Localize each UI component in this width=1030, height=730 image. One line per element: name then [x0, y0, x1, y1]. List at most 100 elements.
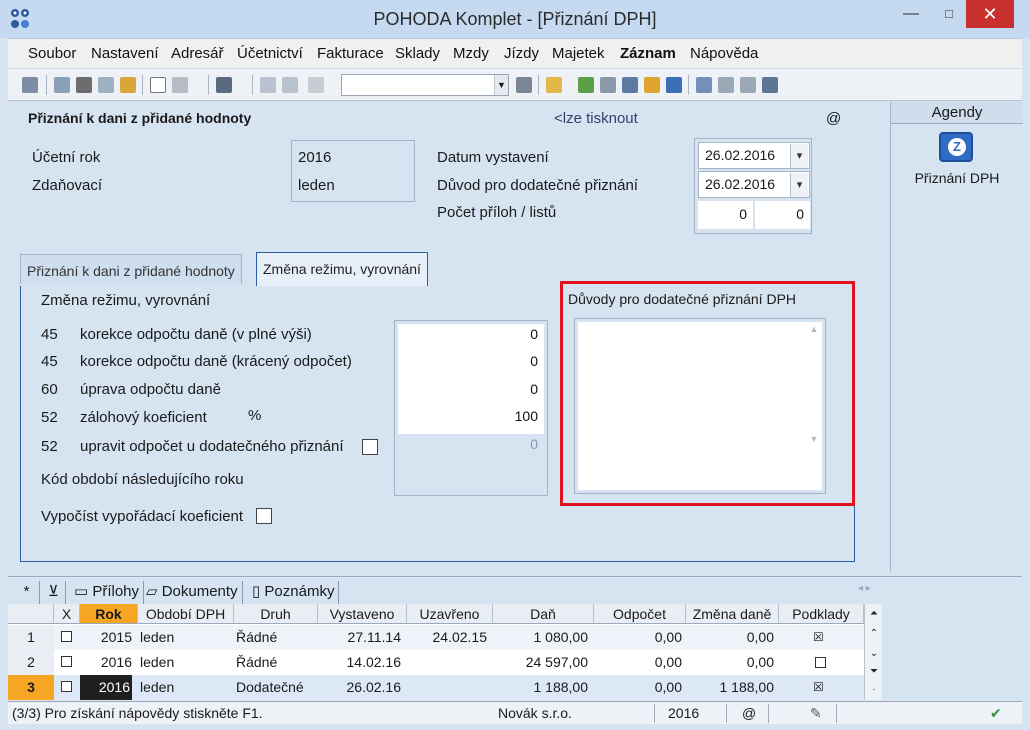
col-x[interactable]: X — [54, 604, 80, 624]
copy-icon[interactable] — [308, 77, 324, 93]
row-select-checkbox[interactable] — [61, 656, 72, 667]
tab-dokumenty[interactable]: ▱ Dokumenty — [142, 581, 243, 605]
export-icon[interactable] — [120, 77, 136, 93]
row-select-checkbox[interactable] — [61, 631, 72, 642]
menu-majetek[interactable]: Majetek — [552, 45, 605, 62]
calendar-icon[interactable] — [622, 77, 638, 93]
save-copy-icon[interactable] — [282, 77, 298, 93]
tree-icon[interactable] — [54, 77, 70, 93]
agendy-item-priznani-dph[interactable]: Přiznání DPH — [891, 170, 1023, 186]
tab-poznamky-label: Poznámky — [264, 583, 335, 600]
col-druh[interactable]: Druh — [234, 604, 318, 624]
col-vystaveno[interactable]: Vystaveno — [318, 604, 407, 624]
vypocist-label: Vypočíst vypořádací koeficient — [41, 508, 244, 525]
vypocist-checkbox[interactable] — [256, 508, 272, 524]
menu-adresar[interactable]: Adresář — [171, 45, 224, 62]
col-rok[interactable]: Rok — [80, 604, 138, 624]
scroll-top-icon[interactable]: ⏶ — [866, 606, 882, 622]
scroll-down-icon[interactable]: ⌄ — [866, 646, 882, 662]
vat-return-icon[interactable]: Z — [939, 132, 973, 162]
tab-poznamky[interactable]: ▯ Poznámky — [248, 581, 340, 605]
tab-priznani-dph[interactable]: Přiznání k dani z přidané hodnoty — [20, 254, 242, 284]
tab-panel: Změna režimu, vyrovnání 45 korekce odpoč… — [20, 281, 855, 562]
list-icon[interactable] — [718, 77, 734, 93]
upravit-odpocet-checkbox[interactable] — [362, 439, 378, 455]
cell-dan: 1 080,00 — [533, 629, 589, 645]
col-podklady[interactable]: Podklady — [779, 604, 864, 624]
toolbar: ▼ — [8, 68, 1022, 101]
minimize-button[interactable]: — — [888, 0, 934, 28]
tabs-scroll-arrows[interactable]: ◂ ▸ — [858, 583, 871, 594]
payment-icon[interactable] — [578, 77, 594, 93]
table-row[interactable]: 1 2015 leden Řádné 27.11.14 24.02.15 1 0… — [8, 625, 864, 650]
tab-star[interactable]: * — [14, 581, 40, 605]
checked-box-icon[interactable]: ☒ — [813, 625, 824, 650]
menu-sklady[interactable]: Sklady — [395, 45, 440, 62]
status-edit-icon[interactable]: ✎ — [810, 705, 822, 722]
scroll-bottom-icon[interactable]: ⏷ — [866, 664, 882, 680]
pocet-priloh-field[interactable]: 0 — [698, 201, 753, 229]
datum-vystaveni-field[interactable]: 26.02.2016 ▾ — [698, 142, 810, 169]
menu-nastaveni[interactable]: Nastavení — [91, 45, 159, 62]
menu-napoveda[interactable]: Nápověda — [690, 45, 758, 62]
col-zmena[interactable]: Změna daně — [686, 604, 779, 624]
uprava-odpoctu-value[interactable]: 0 — [398, 381, 538, 397]
save-icon[interactable] — [260, 77, 276, 93]
textarea-scrollbar[interactable]: ▲ ▼ — [808, 324, 820, 488]
col-dan[interactable]: Daň — [493, 604, 594, 624]
col-uzavreno[interactable]: Uzavřeno — [407, 604, 493, 624]
chevron-down-icon[interactable]: ▼ — [494, 75, 508, 95]
ucetni-rok-label: Účetní rok — [32, 149, 101, 166]
col-odpocet[interactable]: Odpočet — [594, 604, 686, 624]
menu-soubor[interactable]: Soubor — [28, 45, 76, 62]
calc-icon[interactable] — [600, 77, 616, 93]
maximize-button[interactable]: □ — [934, 0, 964, 28]
new-record-icon[interactable] — [150, 77, 166, 93]
duvod-field[interactable]: 26.02.2016 ▾ — [698, 171, 810, 198]
filter-tab-icon[interactable]: ⊻ — [44, 581, 66, 605]
preview-icon[interactable] — [98, 77, 114, 93]
menu-ucetnictvi[interactable]: Účetnictví — [237, 45, 303, 62]
chevron-down-icon[interactable]: ▾ — [790, 144, 808, 168]
table-row[interactable]: 3 2016 leden Dodatečné 26.02.16 1 188,00… — [8, 675, 864, 700]
print-icon[interactable] — [76, 77, 92, 93]
coins-icon[interactable] — [644, 77, 660, 93]
iban-icon[interactable] — [666, 77, 682, 93]
panel-heading: Změna režimu, vyrovnání — [41, 292, 211, 309]
back-icon[interactable] — [216, 77, 232, 93]
cell-odpocet: 0,00 — [654, 654, 682, 670]
close-button[interactable]: ✕ — [966, 0, 1014, 28]
menu-jizdy[interactable]: Jízdy — [504, 45, 539, 62]
table-scrollbar[interactable]: ⏶ ⌃ ⌄ ⏷ · — [864, 604, 882, 700]
duvody-textarea[interactable]: ▲ ▼ — [578, 322, 822, 490]
tab-prilohy[interactable]: ▭ Přílohy — [70, 581, 145, 605]
korekce-kraceny-value[interactable]: 0 — [398, 353, 538, 369]
edit-icon[interactable] — [172, 77, 188, 93]
agenda-icon[interactable] — [22, 77, 38, 93]
tab-zmena-rezimu[interactable]: Změna režimu, vyrovnání — [256, 252, 428, 287]
status-ok-icon[interactable]: ✔ — [990, 705, 1002, 722]
chevron-down-icon[interactable]: ▾ — [790, 173, 808, 197]
zalohovy-koeficient-value[interactable]: 100 — [398, 408, 538, 424]
filter-icon[interactable] — [516, 77, 532, 93]
scroll-up-icon[interactable]: ⌃ — [866, 626, 882, 642]
cell-vystaveno: 14.02.16 — [346, 654, 402, 670]
report-icon[interactable] — [740, 77, 756, 93]
row-number: 3 — [8, 675, 54, 700]
row-select-checkbox[interactable] — [61, 681, 72, 692]
toolbar-combo[interactable]: ▼ — [341, 74, 509, 96]
help-icon[interactable] — [762, 77, 778, 93]
podklady-checkbox[interactable] — [815, 657, 826, 668]
folder-icon[interactable] — [546, 77, 562, 93]
menu-zaznam[interactable]: Záznam — [620, 45, 676, 62]
menu-mzdy[interactable]: Mzdy — [453, 45, 489, 62]
menu-fakturace[interactable]: Fakturace — [317, 45, 384, 62]
pocet-listu-field[interactable]: 0 — [755, 201, 810, 229]
message-icon[interactable] — [696, 77, 712, 93]
cell-vystaveno: 27.11.14 — [347, 629, 401, 645]
checked-box-icon[interactable]: ☒ — [813, 675, 824, 700]
korekce-plna-value[interactable]: 0 — [398, 326, 538, 342]
col-obdobi[interactable]: Období DPH — [138, 604, 234, 624]
table-row[interactable]: 2 2016 leden Řádné 14.02.16 24 597,00 0,… — [8, 650, 864, 675]
scroll-dot-icon[interactable]: · — [866, 682, 882, 698]
